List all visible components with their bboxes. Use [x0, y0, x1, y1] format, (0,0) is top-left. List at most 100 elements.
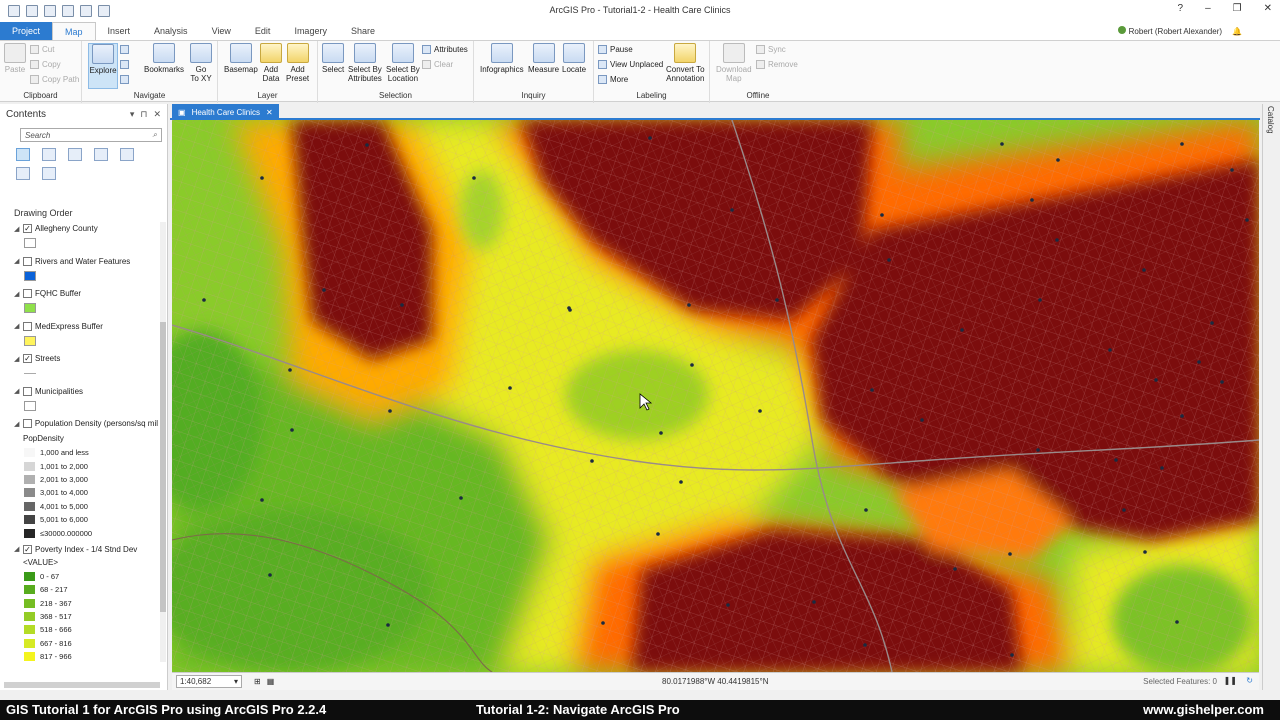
clinic-point[interactable] — [1056, 158, 1060, 162]
tab-imagery[interactable]: Imagery — [282, 22, 339, 40]
clinic-point[interactable] — [1230, 168, 1234, 172]
view-unplaced-button[interactable]: View Unplaced — [598, 60, 663, 69]
clinic-point[interactable] — [953, 567, 957, 571]
clinic-point[interactable] — [1143, 550, 1147, 554]
fixed-zoom-button[interactable] — [120, 60, 129, 69]
user-account[interactable]: Robert (Robert Alexander) 🔔 — [1117, 26, 1242, 36]
layer-item[interactable]: ◢ Rivers and Water Features — [14, 255, 158, 288]
scale-selector[interactable]: 1:40,682 ▾ — [176, 675, 242, 688]
select-button[interactable]: Select — [322, 43, 344, 74]
clinic-point[interactable] — [880, 213, 884, 217]
list-by-labeling-icon[interactable] — [16, 167, 30, 180]
tab-insert[interactable]: Insert — [96, 22, 143, 40]
list-by-selection-icon[interactable] — [68, 148, 82, 161]
clinic-point[interactable] — [322, 288, 326, 292]
layer-row[interactable]: ◢ ✓ Streets — [14, 352, 158, 365]
sync-button[interactable]: Sync — [756, 45, 786, 54]
clinic-point[interactable] — [864, 508, 868, 512]
map-canvas[interactable] — [172, 120, 1259, 672]
clinic-point[interactable] — [920, 418, 924, 422]
pane-close-icon[interactable]: ✕ — [153, 109, 161, 120]
save-icon[interactable] — [44, 5, 56, 17]
map-view[interactable] — [172, 120, 1259, 672]
basemap-button[interactable]: Basemap — [224, 43, 258, 74]
clinic-point[interactable] — [1160, 466, 1164, 470]
clinic-point[interactable] — [1245, 218, 1249, 222]
scrollbar-thumb[interactable] — [160, 322, 166, 612]
open-project-icon[interactable] — [26, 5, 38, 17]
paste-button[interactable]: Paste — [4, 43, 26, 74]
layer-row[interactable]: ◢ MedExpress Buffer — [14, 320, 158, 333]
layer-row[interactable]: ◢ FQHC Buffer — [14, 287, 158, 300]
redo-icon[interactable] — [98, 5, 110, 17]
tab-share[interactable]: Share — [339, 22, 387, 40]
layer-item[interactable]: ◢ FQHC Buffer — [14, 287, 158, 320]
layer-visibility-checkbox[interactable] — [23, 386, 32, 396]
clinic-point[interactable] — [730, 208, 734, 212]
bookmarks-button[interactable]: Bookmarks — [144, 43, 184, 74]
tab-edit[interactable]: Edit — [243, 22, 283, 40]
clinic-point[interactable] — [1010, 653, 1014, 657]
infographics-button[interactable]: Infographics — [480, 43, 524, 74]
clinic-point[interactable] — [1175, 620, 1179, 624]
clinic-point[interactable] — [960, 328, 964, 332]
clinic-point[interactable] — [459, 496, 463, 500]
clinic-point[interactable] — [1142, 268, 1146, 272]
clinic-point[interactable] — [1030, 198, 1034, 202]
contents-search-input[interactable]: Search ⌕ — [20, 128, 162, 142]
refresh-icon[interactable]: ↻ — [1246, 676, 1253, 685]
layer-visibility-checkbox[interactable] — [22, 419, 32, 428]
pane-menu-icon[interactable]: ▾ — [130, 109, 135, 120]
layer-visibility-checkbox[interactable]: ✓ — [23, 544, 32, 554]
full-extent-button[interactable] — [120, 45, 129, 54]
clinic-point[interactable] — [812, 600, 816, 604]
clinic-point[interactable] — [290, 428, 294, 432]
clinic-point[interactable] — [1114, 458, 1118, 462]
select-by-attributes-button[interactable]: Select By Attributes — [348, 43, 382, 83]
pause-labels-button[interactable]: Pause — [598, 45, 633, 54]
tab-analysis[interactable]: Analysis — [142, 22, 200, 40]
clinic-point[interactable] — [679, 480, 683, 484]
layer-item[interactable]: ◢ Municipalities — [14, 385, 158, 418]
layer-row[interactable]: ◢ Population Density (persons/sq mil — [14, 417, 158, 430]
clinic-point[interactable] — [260, 176, 264, 180]
tab-project[interactable]: Project — [0, 22, 53, 40]
clinic-point[interactable] — [388, 409, 392, 413]
layer-row[interactable]: ◢ ✓ Allegheny County — [14, 222, 158, 235]
clinic-point[interactable] — [568, 308, 572, 312]
clinic-point[interactable] — [1000, 142, 1004, 146]
expand-chevron-icon[interactable]: ◢ — [14, 225, 20, 233]
copy-path-button[interactable]: Copy Path — [30, 75, 79, 84]
remove-button[interactable]: Remove — [756, 60, 798, 69]
explore-button[interactable]: Explore — [88, 43, 118, 89]
clinic-point[interactable] — [1180, 414, 1184, 418]
layer-row[interactable]: ◢ Municipalities — [14, 385, 158, 398]
clinic-point[interactable] — [365, 143, 369, 147]
minimize-button[interactable]: – — [1205, 3, 1211, 14]
clinic-point[interactable] — [590, 459, 594, 463]
expand-chevron-icon[interactable]: ◢ — [14, 387, 20, 395]
clinic-point[interactable] — [1055, 238, 1059, 242]
pin-icon[interactable]: ⊓ — [140, 109, 147, 120]
tab-view[interactable]: View — [200, 22, 243, 40]
help-button[interactable]: ? — [1178, 3, 1184, 14]
clinic-point[interactable] — [1036, 448, 1040, 452]
clinic-point[interactable] — [202, 298, 206, 302]
expand-chevron-icon[interactable]: ◢ — [14, 257, 20, 265]
more-button[interactable]: More — [598, 75, 628, 84]
clinic-point[interactable] — [472, 176, 476, 180]
convert-to-annotation-button[interactable]: Convert To Annotation — [666, 43, 705, 83]
list-by-charts-icon[interactable] — [42, 167, 56, 180]
clinic-point[interactable] — [400, 303, 404, 307]
layer-visibility-checkbox[interactable]: ✓ — [23, 354, 32, 363]
clinic-point[interactable] — [648, 136, 652, 140]
attributes-button[interactable]: Attributes — [422, 45, 468, 54]
clinic-point[interactable] — [726, 603, 730, 607]
clinic-point[interactable] — [687, 303, 691, 307]
catalog-side-tab[interactable]: Catalog — [1262, 104, 1280, 690]
notification-bell-icon[interactable]: 🔔 — [1232, 27, 1242, 36]
previous-extent-button[interactable] — [120, 75, 129, 84]
close-button[interactable]: ✕ — [1264, 3, 1272, 14]
list-by-data-source-icon[interactable] — [42, 148, 56, 161]
pause-drawing-icon[interactable]: ❚❚ — [1224, 676, 1237, 685]
